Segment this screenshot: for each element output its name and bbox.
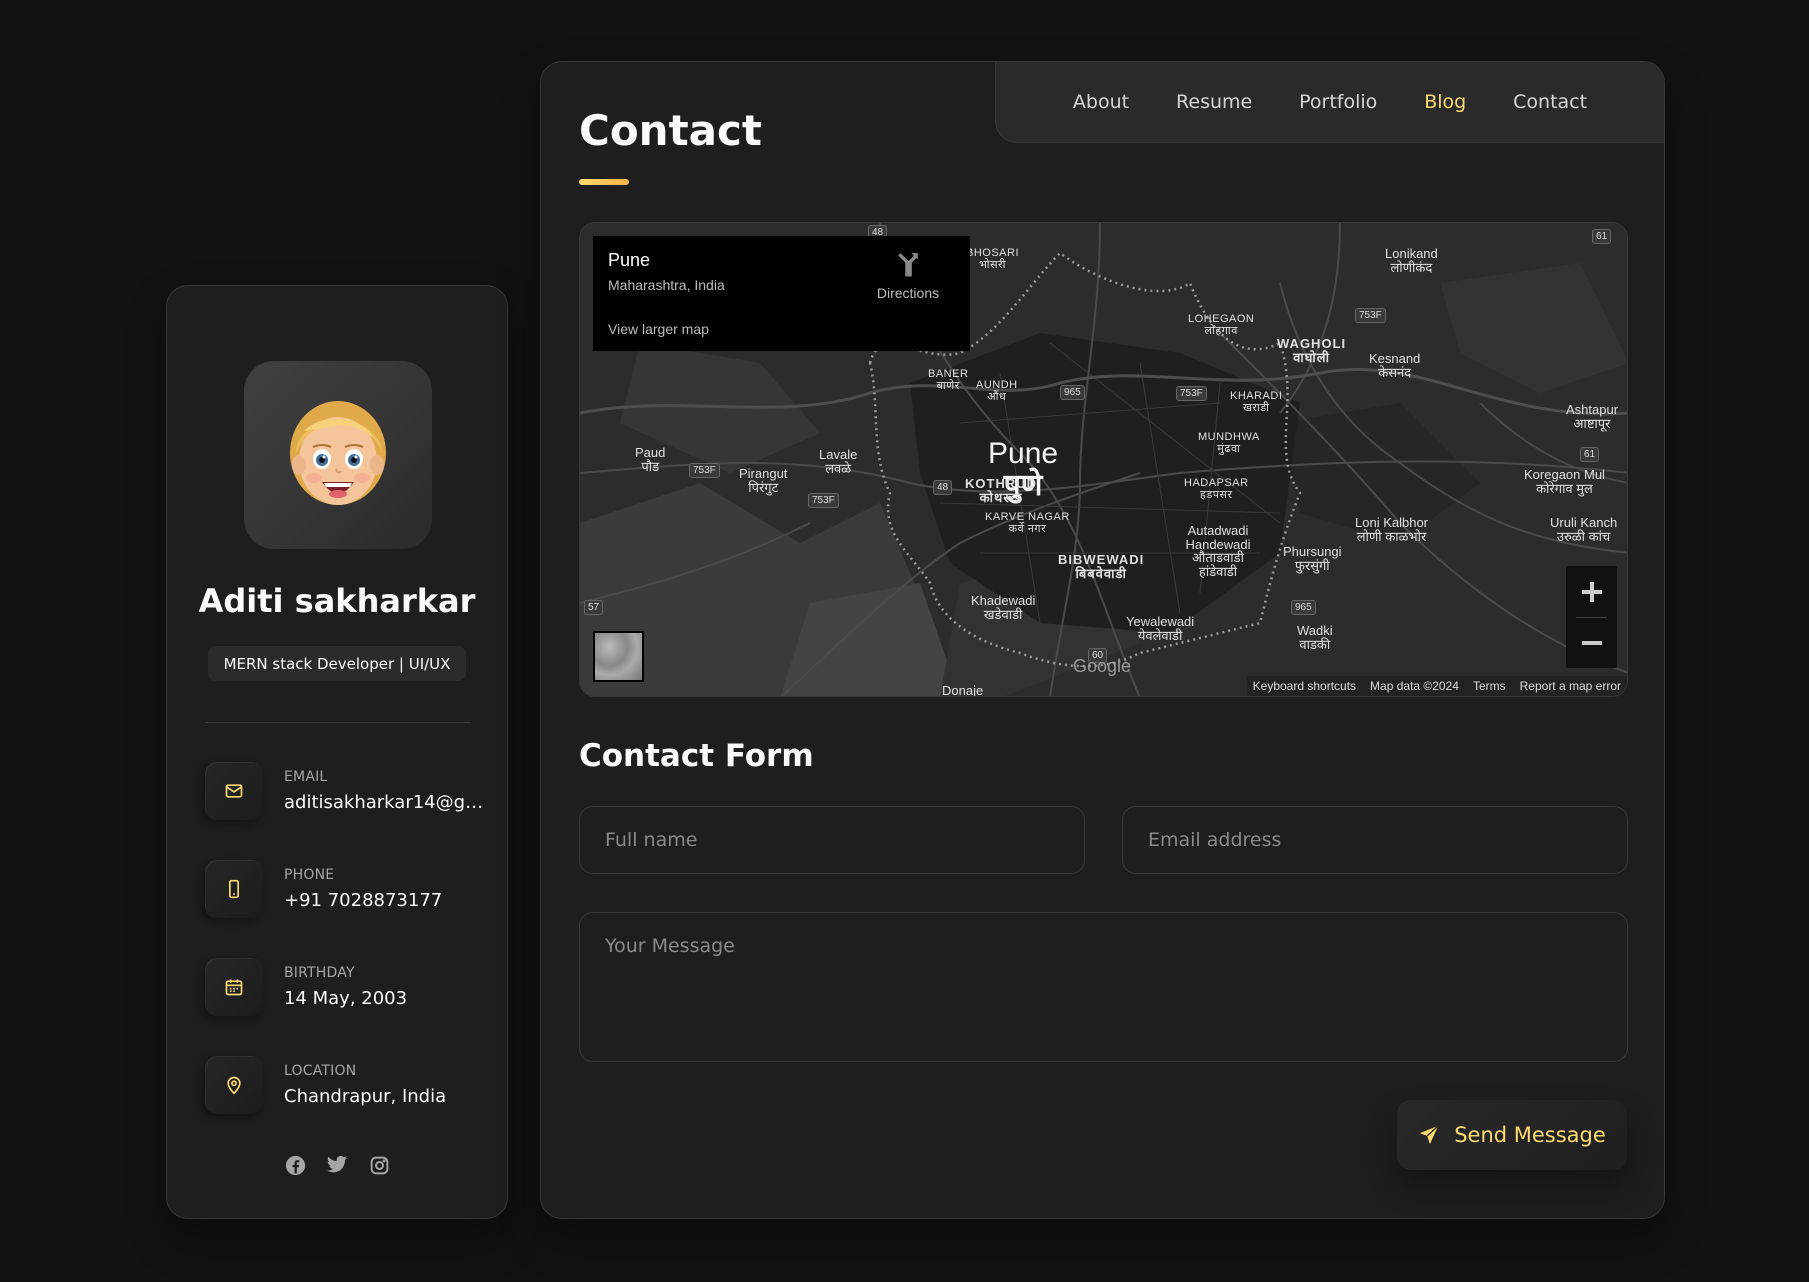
road-shield: 61 (1592, 229, 1612, 244)
plus-icon (1581, 581, 1602, 602)
location-pin-icon (205, 1056, 263, 1114)
map-label-loni-kalbhor: Loni Kalbhor लोणी काळभोर (1355, 515, 1428, 544)
map-label-hadapsar: HADAPSAR हडपसर (1184, 477, 1249, 501)
send-message-label: Send Message (1454, 1123, 1606, 1147)
phone-icon (205, 860, 263, 918)
avatar-box (244, 361, 432, 549)
map-label-pirangut: Pirangut पिरंगुट (739, 466, 788, 495)
profile-sidebar: Aditi sakharkar MERN stack Developer | U… (166, 285, 508, 1219)
birthday-value: 14 May, 2003 (284, 988, 408, 1009)
map-label-kharadi: KHARADI खराडी (1230, 390, 1283, 414)
road-shield: 753F (1355, 308, 1386, 323)
map-label-bibwewadi: BIBWEWADI बिबवेवाडी (1058, 552, 1145, 581)
map-zoom-controls (1566, 566, 1617, 668)
page-title: Contact (579, 106, 762, 155)
avatar (290, 401, 386, 505)
zoom-in-button[interactable] (1566, 566, 1617, 617)
nav-blog[interactable]: Blog (1424, 91, 1466, 113)
map-label-koregaon-mul: Koregaon Mul कोरेगाव मुल (1524, 467, 1605, 496)
view-larger-map-link[interactable]: View larger map (608, 321, 709, 337)
terms-link[interactable]: Terms (1473, 679, 1506, 693)
contact-form-title: Contact Form (579, 738, 814, 774)
map-label-yewalewadi: Yewalewadi येवलेवाडी (1126, 614, 1195, 643)
contact-item-phone: PHONE +91 7028873177 (205, 860, 495, 922)
profile-title-badge: MERN stack Developer | UI/UX (208, 646, 466, 681)
zoom-divider (1576, 617, 1607, 618)
email-link[interactable]: aditisakharkar14@gmail.com (284, 792, 484, 813)
map-label-uruli-kanch: Uruli Kanch उरुळी कांच (1550, 515, 1618, 544)
satellite-toggle[interactable] (593, 631, 644, 682)
road-shield: 57 (584, 600, 604, 615)
map-label-lavale: Lavale लवळे (819, 447, 858, 476)
message-textarea[interactable] (579, 912, 1628, 1062)
map-label-lonikand: Lonikand लोणीकंद (1385, 246, 1438, 275)
map-label-kesnand: Kesnand केसनंद (1369, 351, 1421, 380)
instagram-icon[interactable] (368, 1154, 390, 1176)
contact-label-phone: PHONE (284, 867, 335, 883)
map-label-aundh: AUNDH औंध (976, 379, 1018, 403)
navbar: About Resume Portfolio Blog Contact (995, 62, 1664, 143)
main-panel: About Resume Portfolio Blog Contact Cont… (540, 61, 1665, 1219)
contact-label-email: EMAIL (284, 769, 328, 785)
road-shield: 753F (808, 493, 839, 508)
send-message-button[interactable]: Send Message (1397, 1100, 1627, 1170)
directions-icon (898, 253, 918, 277)
keyboard-shortcuts-link[interactable]: Keyboard shortcuts (1253, 679, 1356, 693)
map-data-text: Map data ©2024 (1370, 679, 1459, 693)
road-shield: 753F (689, 463, 720, 478)
map-label-phursungi: Phursungi फुरसुंगी (1283, 544, 1342, 573)
full-name-input[interactable] (579, 806, 1085, 874)
map-label-ashtapur: Ashtapur आष्टापूर (1566, 402, 1619, 431)
nav-about[interactable]: About (1073, 91, 1129, 113)
map-label-lohegaon: LOHEGAON लोहगाव (1188, 313, 1255, 337)
road-shield: 965 (1291, 600, 1316, 615)
map-attribution: Keyboard shortcuts Map data ©2024 Terms … (1246, 676, 1627, 696)
phone-link[interactable]: +91 7028873177 (284, 890, 484, 911)
zoom-out-button[interactable] (1566, 617, 1617, 668)
profile-name: Aditi sakharkar (198, 582, 476, 620)
sidebar-separator (205, 722, 471, 723)
map-place-card: Pune Maharashtra, India View larger map … (593, 236, 970, 351)
map-label-karve-nagar: KARVE NAGAR कर्वे नगर (985, 511, 1070, 535)
calendar-icon (205, 958, 263, 1016)
road-shield: 48 (933, 480, 953, 495)
email-address-input[interactable] (1122, 806, 1628, 874)
nav-contact[interactable]: Contact (1513, 91, 1587, 113)
location-value: Chandrapur, India (284, 1086, 447, 1107)
report-map-error-link[interactable]: Report a map error (1520, 679, 1621, 693)
contact-item-birthday: BIRTHDAY 14 May, 2003 (205, 958, 495, 1020)
nav-portfolio[interactable]: Portfolio (1299, 91, 1377, 113)
contact-label-birthday: BIRTHDAY (284, 965, 355, 981)
minus-icon (1581, 640, 1602, 645)
nav-resume[interactable]: Resume (1176, 91, 1252, 113)
map-label-bhosari: BHOSARI भोसरी (966, 247, 1020, 271)
directions-button[interactable]: Directions (868, 251, 948, 301)
contact-item-location: LOCATION Chandrapur, India (205, 1056, 495, 1118)
contact-item-email: EMAIL aditisakharkar14@gmail.com (205, 762, 495, 824)
facebook-icon[interactable] (284, 1154, 306, 1176)
social-links (167, 1154, 507, 1176)
directions-label: Directions (876, 285, 940, 301)
map-label-kothrud: KOTHRUD कोथरूड (965, 476, 1037, 505)
map-label-khadewadi: Khadewadi खडेवाडी (971, 593, 1036, 622)
map-label-wagholi: WAGHOLI वाघोली (1277, 336, 1347, 365)
twitter-icon[interactable] (326, 1154, 348, 1176)
map-label-paud: Paud पौड (635, 445, 666, 474)
contact-label-location: LOCATION (284, 1063, 357, 1079)
road-shield: 753F (1176, 386, 1207, 401)
road-shield: 965 (1060, 385, 1085, 400)
paper-plane-icon (1420, 1125, 1439, 1145)
mail-icon (205, 762, 263, 820)
map-label-autadwadi: Autadwadi Handewadi औताडवाडी हांडेवाडी (1185, 523, 1251, 579)
title-underline (579, 179, 629, 185)
map-label-mundhwa: MUNDHWA मुंढवा (1198, 431, 1260, 455)
road-shield: 61 (1580, 447, 1600, 462)
google-logo: Google (1073, 656, 1132, 676)
map-embed[interactable]: Pune पुणे BHOSARI भोसरी BANER बाणेर AUNDH औ… (579, 222, 1628, 697)
map-label-donaje: Donaje (942, 683, 984, 697)
map-label-wadki: Wadki वाडकी (1297, 623, 1333, 652)
map-label-baner: BANER बाणेर (928, 368, 969, 392)
